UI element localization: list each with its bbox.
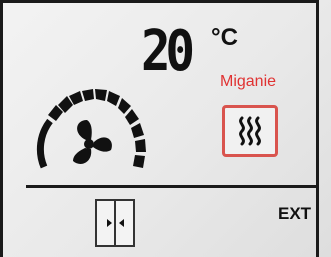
ext-label[interactable]: EXT	[278, 204, 311, 224]
arrow-right-icon	[107, 219, 112, 227]
fan-speed-control[interactable]	[28, 85, 148, 175]
horizontal-divider	[26, 185, 316, 188]
thermostat-display: 20 °C Miganie EXT	[0, 0, 331, 257]
display-frame-left	[0, 0, 18, 257]
fan-speed-gauge-icon	[48, 89, 146, 168]
fan-icon	[73, 120, 112, 164]
temperature-unit: °C	[211, 24, 238, 51]
mode-label: Miganie	[220, 73, 277, 90]
heat-mode-button[interactable]	[222, 105, 278, 157]
door-button[interactable]	[95, 199, 135, 247]
heat-waves-icon	[239, 116, 261, 146]
door-leaf-left	[97, 201, 114, 245]
door-leaf-right	[114, 201, 133, 245]
display-frame-right	[316, 0, 319, 257]
arrow-left-icon	[119, 219, 124, 227]
temperature-readout: 20	[141, 19, 195, 84]
fan-bracket-icon	[36, 118, 53, 169]
display-frame-top	[0, 0, 319, 10]
